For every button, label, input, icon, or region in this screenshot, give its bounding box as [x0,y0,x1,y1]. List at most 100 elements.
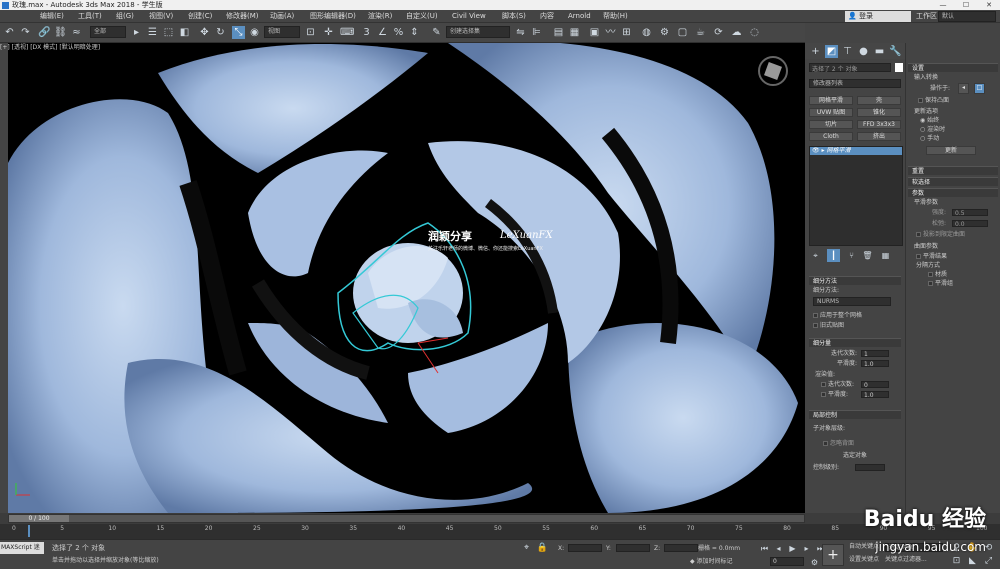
selection-region-icon[interactable]: ⬚ [162,26,175,39]
apply-whole-mesh-checkbox[interactable]: 应用于整个网格 [813,312,862,320]
smoothing-groups-checkbox[interactable]: 平滑组 [928,280,953,288]
render-smoothness-checkbox[interactable]: 平滑度: [821,391,848,399]
menu-help[interactable]: 帮助(H) [603,10,628,23]
x-coordinate-field[interactable] [568,544,602,552]
parameters-rollout[interactable]: 参数 [908,188,998,197]
menu-customize[interactable]: 自定义(U) [406,10,438,23]
maximize-viewport-icon[interactable]: ⤢ [982,555,995,568]
keyboard-shortcut-icon[interactable]: ⌨ [340,26,354,39]
old-style-mapping-checkbox[interactable]: 旧式贴图 [813,322,844,330]
scene-explorer-icon[interactable]: ▤ [552,26,565,39]
taper-button[interactable]: 锥化 [857,108,901,117]
eye-icon[interactable]: 👁 ▸ [812,147,826,154]
login-button[interactable]: 👤 登录 [845,11,911,22]
selection-filter-dropdown[interactable]: 全部 [90,26,126,38]
menu-views[interactable]: 视图(V) [149,10,173,23]
render-cloud-icon[interactable]: ☁ [730,26,743,39]
hierarchy-tab-icon[interactable]: ⊤ [841,45,854,58]
smoothness-spinner[interactable]: 1.0 [861,360,889,368]
operate-on-polygons-button[interactable]: ◂ [958,83,969,94]
percent-snap-icon[interactable]: % [392,26,405,39]
angle-snap-icon[interactable]: ∠ [376,26,389,39]
menu-scripting[interactable]: 脚本(S) [502,10,526,23]
menu-rendering[interactable]: 渲染(R) [368,10,392,23]
zoom-extents-icon[interactable]: ⊡ [950,555,963,568]
play-icon[interactable]: ▶ [786,542,799,555]
motion-tab-icon[interactable]: ● [857,45,870,58]
make-unique-icon[interactable]: ⑂ [845,249,858,262]
material-editor-icon[interactable]: ◍ [640,26,653,39]
render-iterations-spinner[interactable]: 0 [861,381,889,389]
edit-named-selection-icon[interactable]: ✎ [430,26,443,39]
menu-animation[interactable]: 动画(A) [270,10,294,23]
pivot-center-icon[interactable]: ⊡ [304,26,317,39]
placement-icon[interactable]: ◉ [248,26,261,39]
isolate-selection-icon[interactable]: ⌖ [520,542,533,555]
render-iterations-checkbox[interactable]: 迭代次数: [821,381,854,389]
viewport-label[interactable]: [+] [透视] [DX 模式] [默认明暗处理] [0,43,100,52]
close-icon[interactable]: ✕ [978,0,1000,10]
relax-spinner[interactable]: 0.0 [952,220,988,228]
subdivision-amount-rollout[interactable]: 细分量 [809,338,901,347]
render-smoothness-spinner[interactable]: 1.0 [861,391,889,399]
selection-lock-icon[interactable]: 🔒 [536,542,549,555]
named-selection-dropdown[interactable]: 创建选择集 [446,26,510,38]
ribbon-icon[interactable]: ▣ [588,26,601,39]
materials-checkbox[interactable]: 材质 [928,271,947,279]
field-of-view-icon[interactable]: ◣ [966,555,979,568]
spinner-snap-icon[interactable]: ⇕ [408,26,421,39]
menu-content[interactable]: 内容 [540,10,554,23]
select-rotate-icon[interactable]: ↻ [214,26,227,39]
operate-on-triangles-button[interactable]: □ [974,83,985,94]
subdivision-method-dropdown[interactable]: NURMS [813,297,891,306]
mirror-icon[interactable]: ⇋ [514,26,527,39]
create-tab-icon[interactable]: + [809,45,822,58]
workspace-dropdown[interactable]: 默认 [938,11,996,22]
menu-edit[interactable]: 编辑(E) [40,10,64,23]
y-coordinate-field[interactable] [616,544,650,552]
cloth-button[interactable]: Cloth [809,132,853,141]
render-setup-icon[interactable]: ⚙ [658,26,671,39]
render-iterative-icon[interactable]: ⟳ [712,26,725,39]
soft-selection-rollout[interactable]: 软选择 [908,177,998,186]
pin-stack-icon[interactable]: ⌖ [809,249,822,262]
perspective-viewport[interactable]: 润颖分享 LeXuanFX 关注乐轩老师的微博、微信、你还能搜索LeXuanFX [8,43,805,513]
current-frame-field[interactable]: 0 [770,557,804,566]
time-config-icon[interactable]: ⚙ [808,556,821,569]
redo-icon[interactable]: ↷ [19,26,32,39]
utilities-tab-icon[interactable]: 🔧 [889,45,902,58]
configure-sets-icon[interactable]: ▦ [879,249,892,262]
a360-icon[interactable]: ◌ [748,26,761,39]
shell-button[interactable]: 壳 [857,96,901,105]
maxscript-listener[interactable]: MAXScript 迷 [0,542,44,554]
display-tab-icon[interactable]: ▬ [873,45,886,58]
previous-frame-icon[interactable]: ◂ [772,542,785,555]
extrude-button[interactable]: 挤出 [857,132,901,141]
time-slider-thumb[interactable]: 0 / 100 [9,515,69,522]
always-radio[interactable]: ◉ 始终 [920,117,939,125]
object-color-swatch[interactable] [895,63,903,72]
menu-tools[interactable]: 工具(T) [78,10,102,23]
keep-convex-checkbox[interactable]: 保持凸面 [918,97,949,105]
iterations-spinner[interactable]: 1 [861,350,889,358]
maximize-icon[interactable]: ☐ [955,0,977,10]
render-production-icon[interactable]: ☕ [694,26,707,39]
set-key-button[interactable]: 设置关键点 [849,556,879,564]
unlink-icon[interactable]: ⛓ [54,26,67,39]
remove-modifier-icon[interactable]: 🗑 [861,249,874,262]
link-icon[interactable]: 🔗 [38,26,51,39]
layer-explorer-icon[interactable]: ▦ [568,26,581,39]
menu-graph-editors[interactable]: 图形编辑器(D) [310,10,356,23]
reference-coordinate-dropdown[interactable]: 视图 [264,26,300,38]
snaps-toggle-icon[interactable]: 3 [360,26,373,39]
go-to-start-icon[interactable]: ⏮ [758,542,771,555]
minimize-icon[interactable]: — [932,0,954,10]
z-coordinate-field[interactable] [664,544,698,552]
schematic-view-icon[interactable]: ⊞ [620,26,633,39]
key-filters-button[interactable]: 关键点过滤器... [885,556,927,564]
menu-modifiers[interactable]: 修改器(M) [226,10,259,23]
next-frame-icon[interactable]: ▸ [800,542,813,555]
time-slider-track[interactable]: 0 / 100 [8,514,805,523]
settings-rollout[interactable]: 设置 [908,63,998,72]
select-manipulate-icon[interactable]: ✛ [322,26,335,39]
